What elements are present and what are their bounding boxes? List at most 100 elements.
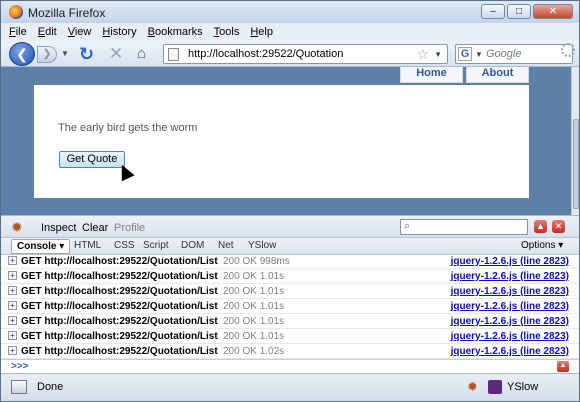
back-button[interactable]: ❮	[9, 42, 35, 66]
minimize-button[interactable]: –	[481, 4, 505, 19]
menu-file[interactable]: File	[9, 26, 27, 38]
tab-script[interactable]: Script	[143, 240, 169, 251]
site-nav: Home About	[400, 67, 529, 83]
nav-home-link[interactable]: Home	[400, 67, 463, 83]
menu-history[interactable]: History	[102, 26, 136, 38]
content-box: The early bird gets the worm Get Quote	[34, 85, 529, 198]
log-row[interactable]: + GET http://localhost:29522/Quotation/L…	[1, 285, 579, 299]
expand-icon[interactable]: +	[8, 331, 17, 340]
status-text: Done	[37, 381, 64, 393]
tab-html[interactable]: HTML	[74, 240, 101, 251]
navigation-toolbar: ❮ ❯ ▼ ↻ ✕ ⌂ http://localhost:29522/Quota…	[1, 41, 579, 67]
firebug-close-icon[interactable]: ✕	[552, 220, 565, 233]
log-row[interactable]: + GET http://localhost:29522/Quotation/L…	[1, 330, 579, 344]
throbber-icon	[561, 43, 575, 57]
menu-edit[interactable]: Edit	[38, 26, 57, 38]
history-dropdown-icon[interactable]: ▼	[61, 49, 69, 58]
log-request: GET http://localhost:29522/Quotation/Lis…	[21, 286, 218, 297]
log-row[interactable]: + GET http://localhost:29522/Quotation/L…	[1, 300, 579, 314]
profile-button[interactable]: Profile	[114, 222, 145, 234]
yslow-label[interactable]: YSlow	[507, 381, 538, 393]
expand-icon[interactable]: +	[8, 286, 17, 295]
page-scrollbar[interactable]	[571, 67, 579, 215]
expand-icon[interactable]: +	[8, 346, 17, 355]
url-text[interactable]: http://localhost:29522/Quotation	[188, 48, 343, 60]
firebug-status-icon[interactable]: ✹	[467, 379, 478, 395]
console-log: + GET http://localhost:29522/Quotation/L…	[1, 255, 579, 359]
menu-bar: File Edit View History Bookmarks Tools H…	[1, 23, 579, 41]
log-request: GET http://localhost:29522/Quotation/Lis…	[21, 301, 218, 312]
home-icon[interactable]: ⌂	[137, 45, 146, 62]
status-bar: Done ✹ YSlow	[1, 373, 579, 401]
menu-bookmarks[interactable]: Bookmarks	[148, 26, 203, 38]
google-icon[interactable]: G	[458, 47, 472, 61]
expand-icon[interactable]: +	[8, 301, 17, 310]
log-status: 200 OK 1.01s	[223, 271, 285, 282]
forward-button[interactable]: ❯	[37, 46, 57, 63]
firebug-search-input[interactable]: ⌕	[400, 219, 528, 235]
log-source-link[interactable]: jquery-1.2.6.js (line 2823)	[451, 346, 569, 357]
log-row[interactable]: + GET http://localhost:29522/Quotation/L…	[1, 270, 579, 284]
reload-icon[interactable]: ↻	[79, 44, 94, 65]
get-quote-button[interactable]: Get Quote	[59, 151, 125, 168]
log-source-link[interactable]: jquery-1.2.6.js (line 2823)	[451, 301, 569, 312]
log-status: 200 OK 1.02s	[223, 346, 285, 357]
page-icon	[168, 48, 179, 61]
url-dropdown-icon[interactable]: ▼	[434, 50, 442, 59]
log-row[interactable]: + GET http://localhost:29522/Quotation/L…	[1, 315, 579, 329]
tab-net[interactable]: Net	[218, 240, 234, 251]
clear-button[interactable]: Clear	[82, 222, 108, 234]
url-bar[interactable]: http://localhost:29522/Quotation ☆ ▼	[163, 44, 448, 64]
page-status-icon	[11, 380, 27, 394]
menu-view[interactable]: View	[68, 26, 92, 38]
log-status: 200 OK 1.01s	[223, 286, 285, 297]
log-source-link[interactable]: jquery-1.2.6.js (line 2823)	[451, 256, 569, 267]
firebug-minimize-icon[interactable]: ▲	[534, 220, 547, 233]
title-bar: Mozilla Firefox – □ ✕	[1, 1, 579, 23]
search-placeholder[interactable]: Google	[486, 48, 521, 60]
tab-console[interactable]: Console ▾	[11, 239, 71, 254]
firefox-logo-icon	[9, 5, 23, 19]
firebug-toolbar: ✹ Inspect Clear Profile ⌕ ▲ ✕	[1, 215, 579, 237]
log-request: GET http://localhost:29522/Quotation/Lis…	[21, 271, 218, 282]
log-status: 200 OK 1.01s	[223, 331, 285, 342]
expand-command-icon[interactable]: ▲	[557, 361, 569, 372]
yslow-icon[interactable]	[488, 380, 502, 394]
log-source-link[interactable]: jquery-1.2.6.js (line 2823)	[451, 271, 569, 282]
log-status: 200 OK 1.01s	[223, 316, 285, 327]
log-request: GET http://localhost:29522/Quotation/Lis…	[21, 346, 218, 357]
close-button[interactable]: ✕	[533, 4, 573, 19]
log-request: GET http://localhost:29522/Quotation/Lis…	[21, 256, 218, 267]
log-source-link[interactable]: jquery-1.2.6.js (line 2823)	[451, 316, 569, 327]
tab-yslow[interactable]: YSlow	[248, 240, 276, 251]
log-request: GET http://localhost:29522/Quotation/Lis…	[21, 316, 218, 327]
back-arrow-icon: ❮	[16, 46, 28, 62]
log-source-link[interactable]: jquery-1.2.6.js (line 2823)	[451, 331, 569, 342]
forward-arrow-icon: ❯	[42, 48, 52, 60]
tab-css[interactable]: CSS	[114, 240, 135, 251]
command-prompt: >>>	[11, 361, 29, 372]
expand-icon[interactable]: +	[8, 271, 17, 280]
search-box[interactable]: G ▼ Google	[455, 44, 573, 64]
log-source-link[interactable]: jquery-1.2.6.js (line 2823)	[451, 286, 569, 297]
menu-tools[interactable]: Tools	[214, 26, 240, 38]
expand-icon[interactable]: +	[8, 256, 17, 265]
tab-dom[interactable]: DOM	[181, 240, 204, 251]
firebug-icon[interactable]: ✹	[11, 219, 23, 236]
window-title: Mozilla Firefox	[28, 6, 106, 20]
bookmark-star-icon[interactable]: ☆	[416, 46, 429, 63]
scrollbar-thumb[interactable]	[573, 119, 579, 209]
options-menu[interactable]: Options ▾	[521, 240, 563, 251]
menu-help[interactable]: Help	[250, 26, 273, 38]
expand-icon[interactable]: +	[8, 316, 17, 325]
command-line[interactable]: >>> ▲	[1, 359, 579, 373]
maximize-button[interactable]: □	[507, 4, 531, 19]
log-row[interactable]: + GET http://localhost:29522/Quotation/L…	[1, 255, 579, 269]
stop-icon[interactable]: ✕	[109, 44, 123, 64]
inspect-button[interactable]: Inspect	[41, 222, 76, 234]
log-row[interactable]: + GET http://localhost:29522/Quotation/L…	[1, 345, 579, 359]
search-engine-dropdown-icon[interactable]: ▼	[475, 50, 483, 59]
nav-about-link[interactable]: About	[466, 67, 529, 83]
search-icon: ⌕	[404, 220, 411, 232]
log-status: 200 OK 998ms	[223, 256, 290, 267]
